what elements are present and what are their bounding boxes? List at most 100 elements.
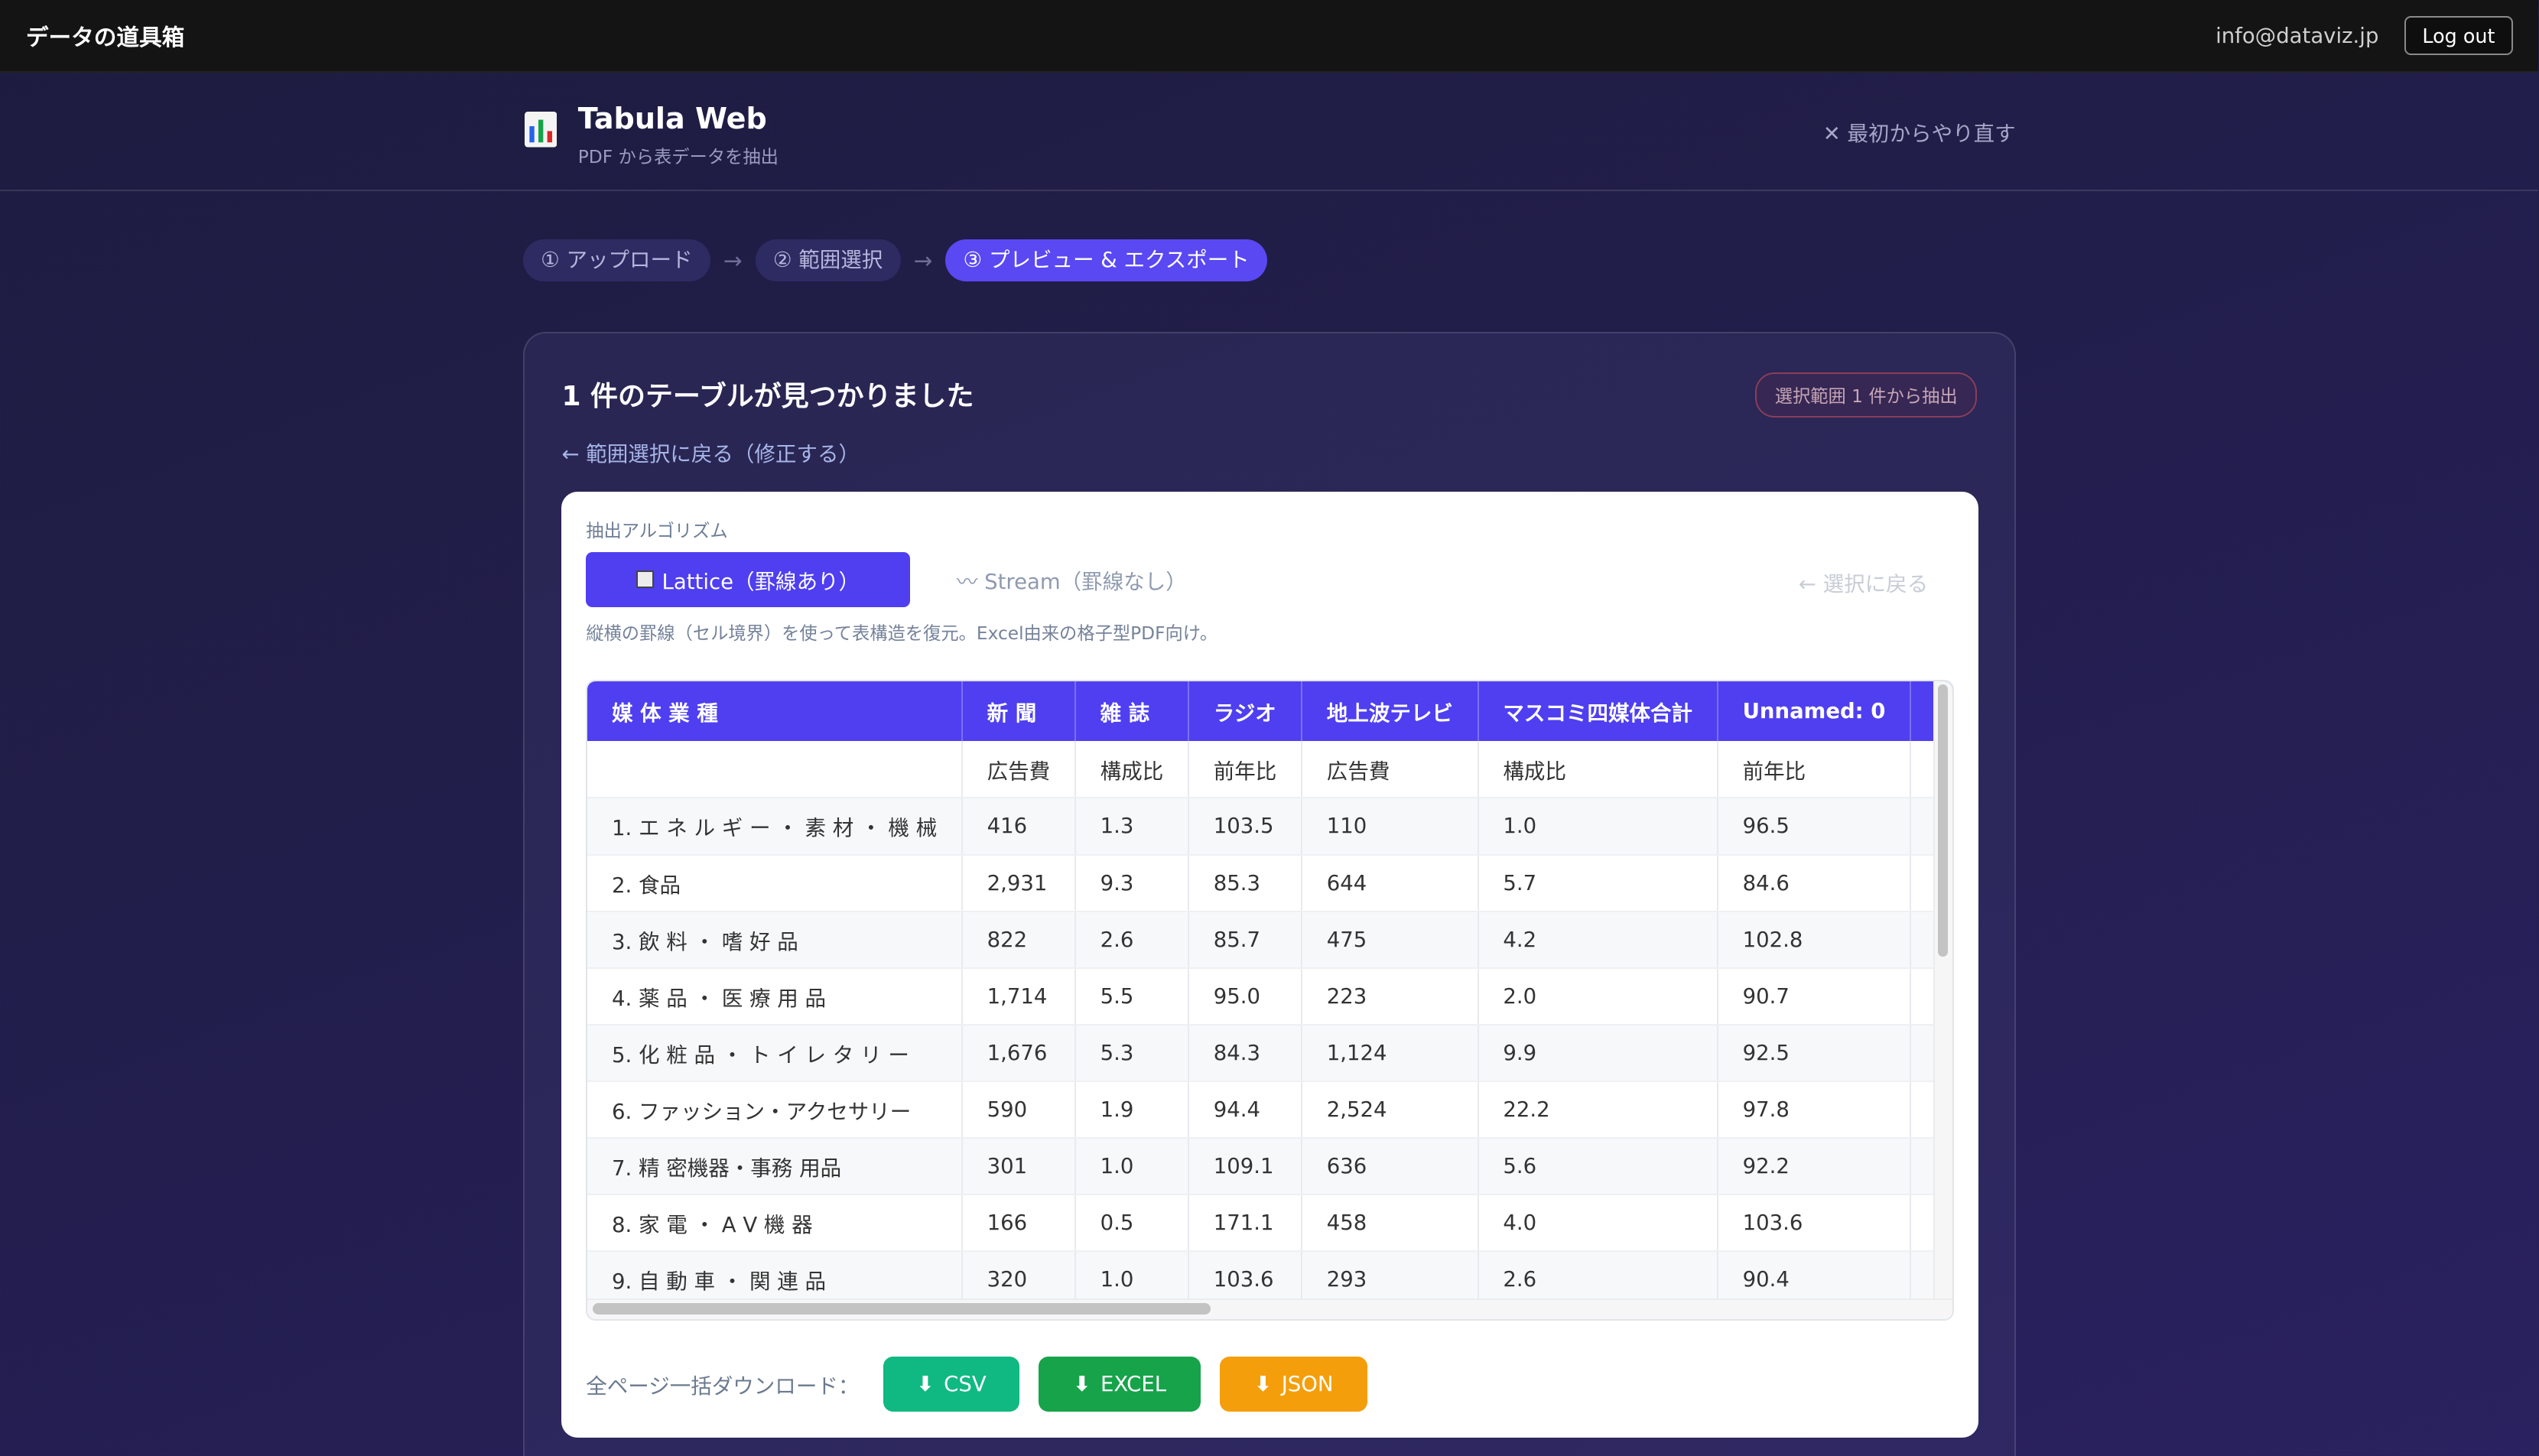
column-header[interactable]: 媒 体 業 種 [587,681,963,742]
table-cell: 2,931 [961,854,1076,912]
data-table-container[interactable]: 媒 体 業 種 新 聞 雑 誌 ラジオ 地上波テレビ マスコミ四媒体合計 Unn… [586,680,1955,1321]
table-cell: 166 [961,1194,1076,1253]
column-header[interactable]: 地上波テレビ [1302,681,1479,742]
table-cell: 223 [1302,967,1479,1025]
table-cell: 4. 薬 品 ・ 医 療 用 品 [587,967,963,1025]
download-excel-button[interactable]: ⬇ EXCEL [1039,1356,1201,1412]
table-cell: 5.3 [1074,1024,1189,1082]
table-row: 5. 化 粧 品 ・ ト イ レ タ リ ー 1,676 5.3 84.3 1,124 9… [587,1024,1953,1082]
app-header: Tabula Web PDF から表データを抽出 ✕ 最初からやり直す [0,73,2539,191]
column-header[interactable]: 新 聞 [961,681,1076,742]
table-cell: 5.5 [1074,967,1189,1025]
column-header[interactable]: マスコミ四媒体合計 [1478,681,1718,742]
table-cell: 構成比 [1478,741,1718,799]
step-select-range[interactable]: ② 範囲選択 [755,239,901,282]
table-row: 1. エ ネ ル ギ ー ・ 素 材 ・ 機 械 416 1.3 103.5 110 1.… [587,798,1953,856]
user-email: info@dataviz.jp [2216,23,2379,48]
table-cell: 9.9 [1478,1024,1718,1082]
table-row: 4. 薬 品 ・ 医 療 用 品 1,714 5.5 95.0 223 2.0 90.7 [587,967,1953,1025]
table-cell: 2.0 [1478,967,1718,1025]
table-cell: 1.9 [1074,1081,1189,1139]
table-row: 3. 飲 料 ・ 嗜 好 品 822 2.6 85.7 475 4.2 102.8 [587,911,1953,969]
table-cell: 90.7 [1717,967,1912,1025]
logout-button[interactable]: Log out [2404,16,2513,56]
download-csv-button[interactable]: ⬇ CSV [883,1356,1019,1412]
lattice-label: Lattice（罫線あり） [662,569,860,594]
results-panel: 1 件のテーブルが見つかりました 選択範囲 1 件から抽出 ← 範囲選択に戻る（… [522,331,2016,1456]
table-cell: 644 [1302,854,1479,912]
column-header[interactable]: Unnamed: 0 [1717,681,1912,742]
step-preview-export[interactable]: ③ プレビュー & エクスポート [945,239,1268,282]
table-row: 広告費 構成比 前年比 広告費 構成比 前年比 [587,741,1953,799]
horizontal-scrollbar-thumb[interactable] [592,1303,1211,1315]
table-row: 8. 家 電 ・ A V 機 器 166 0.5 171.1 458 4.0 103.6 [587,1194,1953,1253]
stream-button[interactable]: 〰 Stream（罫線なし） [910,552,1234,607]
table-cell: 301 [961,1137,1076,1196]
data-table: 媒 体 業 種 新 聞 雑 誌 ラジオ 地上波テレビ マスコミ四媒体合計 Unn… [587,681,1953,1309]
table-cell: 8. 家 電 ・ A V 機 器 [587,1194,963,1253]
table-cell: 636 [1302,1137,1479,1196]
table-cell: 1.0 [1074,1137,1189,1196]
column-header[interactable]: 雑 誌 [1074,681,1189,742]
table-cell: 103.5 [1188,798,1303,856]
table-cell: 0.5 [1074,1194,1189,1253]
table-cell: 97.8 [1717,1081,1912,1139]
download-json-button[interactable]: ⬇ JSON [1220,1356,1368,1412]
table-cell: 85.7 [1188,911,1303,969]
table-cell: 構成比 [1074,741,1189,799]
table-row: 2. 食品 2,931 9.3 85.3 644 5.7 84.6 [587,854,1953,912]
top-bar: データの道具箱 info@dataviz.jp Log out [0,0,2539,73]
step-arrow-icon: → [723,247,743,275]
table-cell: 96.5 [1717,798,1912,856]
selection-badge: 選択範囲 1 件から抽出 [1755,372,1977,418]
table-cell: 4.2 [1478,911,1718,969]
vertical-scrollbar-thumb[interactable] [1938,684,1948,957]
table-cell: 84.6 [1717,854,1912,912]
table-cell: 2,524 [1302,1081,1479,1139]
algorithm-description: 縦横の罫線（セル境界）を使って表構造を復元。Excel由来の格子型PDF向け。 [586,622,1218,644]
app-subtitle: PDF から表データを抽出 [577,147,779,168]
grid-icon [636,570,654,589]
download-icon: ⬇ [1073,1371,1091,1396]
table-cell: 2. 食品 [587,854,963,912]
table-cell: 広告費 [1302,741,1479,799]
site-brand[interactable]: データの道具箱 [26,19,184,52]
download-icon: ⬇ [916,1371,935,1396]
table-cell: 94.4 [1188,1081,1303,1139]
table-cell: 2.6 [1074,911,1189,969]
back-to-range-link[interactable]: ← 範囲選択に戻る（修正する） [561,437,860,467]
table-cell: 前年比 [1717,741,1912,799]
table-cell: 590 [961,1081,1076,1139]
app-title: Tabula Web [577,102,767,136]
lattice-button[interactable]: Lattice（罫線あり） [586,551,910,607]
table-cell: 822 [961,911,1076,969]
algorithm-label: 抽出アルゴリズム [586,521,728,542]
download-excel-label: EXCEL [1100,1371,1167,1396]
step-upload[interactable]: ① アップロード [522,239,710,282]
table-row: 6. ファッション・アクセサリー 590 1.9 94.4 2,524 22.2 97.8 [587,1081,1953,1139]
download-row: 全ページ一括ダウンロード： ⬇ CSV ⬇ EXCEL ⬇ JSON [586,1356,1387,1412]
table-cell: 92.5 [1717,1024,1912,1082]
table-cell: 103.6 [1717,1194,1912,1253]
table-cell: 92.2 [1717,1137,1912,1196]
table-header-row: 媒 体 業 種 新 聞 雑 誌 ラジオ 地上波テレビ マスコミ四媒体合計 Unn… [587,681,1953,742]
algorithm-tabs: Lattice（罫線あり） 〰 Stream（罫線なし） [586,551,1234,607]
download-csv-label: CSV [944,1371,987,1396]
table-cell: 1.3 [1074,798,1189,856]
table-cell: 22.2 [1478,1081,1718,1139]
table-cell: 458 [1302,1194,1479,1253]
table-cell: 1,124 [1302,1024,1479,1082]
table-cell: 102.8 [1717,911,1912,969]
table-cell: 84.3 [1188,1024,1303,1082]
back-to-selection-link[interactable]: ← 選択に戻る [1799,567,1928,597]
preview-card: 抽出アルゴリズム Lattice（罫線あり） 〰 Stream（罫線なし） ← … [561,492,1978,1438]
table-cell: 109.1 [1188,1137,1303,1196]
table-cell: 1,676 [961,1024,1076,1082]
column-header[interactable]: ラジオ [1188,681,1303,742]
table-cell: 5. 化 粧 品 ・ ト イ レ タ リ ー [587,1024,963,1082]
download-icon: ⬇ [1253,1371,1272,1396]
table-cell: 広告費 [961,741,1076,799]
table-cell: 4.0 [1478,1194,1718,1253]
step-indicator: ① アップロード → ② 範囲選択 → ③ プレビュー & エクスポート [522,239,1268,282]
restart-link[interactable]: ✕ 最初からやり直す [1823,116,2016,147]
